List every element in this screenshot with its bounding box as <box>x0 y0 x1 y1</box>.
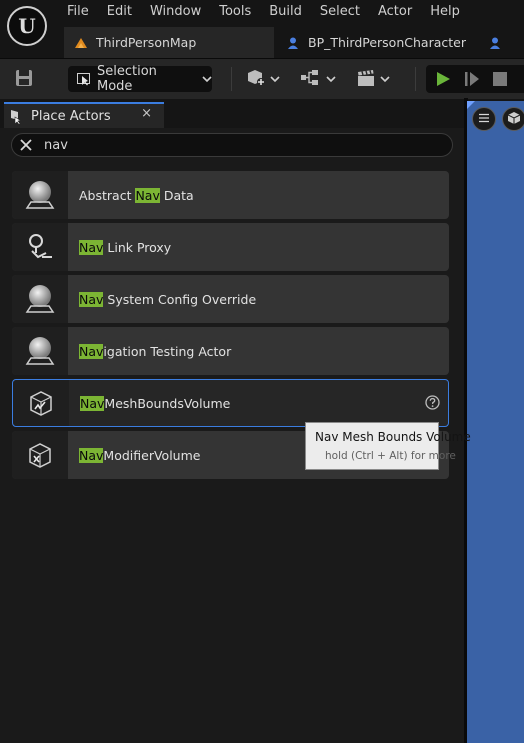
level-viewport[interactable] <box>467 101 524 743</box>
search-input[interactable] <box>44 136 444 154</box>
search-highlight: Nav <box>135 187 160 203</box>
volume-icon <box>13 380 69 426</box>
actor-item-navigation-testing-actor[interactable]: Navigation Testing Actor <box>12 327 449 375</box>
close-icon[interactable]: × <box>141 106 152 121</box>
add-cube-icon <box>246 68 266 91</box>
menu-select[interactable]: Select <box>311 3 369 21</box>
play-controls <box>426 65 524 93</box>
save-icon[interactable] <box>15 69 33 87</box>
level-icon <box>74 36 88 50</box>
clapperboard-icon <box>356 68 376 91</box>
panel-title: Place Actors <box>31 108 111 124</box>
clear-search-icon[interactable] <box>18 137 34 153</box>
blueprint-icon <box>488 36 502 50</box>
tab-third-person-map[interactable]: ThirdPersonMap <box>64 27 274 58</box>
sphere-icon <box>12 275 68 323</box>
menu-tools[interactable]: Tools <box>210 3 260 21</box>
blueprints-button[interactable] <box>300 67 336 91</box>
actor-label: Nav Link Proxy <box>79 239 172 255</box>
actor-label: Nav System Config Override <box>79 291 257 307</box>
main-toolbar: Selection Mode <box>0 58 524 99</box>
actor-label: Abstract Nav Data <box>79 187 194 203</box>
actor-label: Navigation Testing Actor <box>79 343 232 359</box>
toolbar-divider <box>231 67 232 91</box>
actor-label: NavModifierVolume <box>79 447 201 463</box>
label-suffix: igation Testing Actor <box>103 343 232 359</box>
toolbar-divider <box>415 67 416 91</box>
chevron-down-icon <box>270 72 280 86</box>
add-actor-button[interactable] <box>246 67 280 91</box>
logo-letter: U <box>18 14 36 38</box>
viewport-options-button[interactable] <box>472 107 496 131</box>
menu-actor[interactable]: Actor <box>369 3 421 21</box>
search-highlight: Nav <box>80 395 105 411</box>
search-box <box>11 133 453 157</box>
title-bar: U File Edit Window Tools Build Select Ac… <box>0 0 524 58</box>
viewport-perspective-button[interactable] <box>502 107 524 131</box>
cinematics-button[interactable] <box>356 67 390 91</box>
selection-mode-label: Selection Mode <box>97 64 157 94</box>
nav-link-icon <box>12 223 68 271</box>
tooltip: Nav Mesh Bounds Volume hold (Ctrl + Alt)… <box>305 422 471 470</box>
label-suffix: Link Proxy <box>103 239 172 255</box>
volume-icon <box>12 431 68 479</box>
tooltip-hint: hold (Ctrl + Alt) for more <box>325 450 456 462</box>
actor-item-nav-system-config-override[interactable]: Nav System Config Override <box>12 275 449 323</box>
tooltip-title: Nav Mesh Bounds Volume <box>315 430 471 444</box>
label-suffix: ModifierVolume <box>103 447 201 463</box>
chevron-down-icon <box>202 72 212 87</box>
panel-tab-bar: Place Actors × <box>0 100 464 128</box>
unreal-logo[interactable]: U <box>7 6 47 46</box>
tab-place-actors[interactable]: Place Actors × <box>4 102 164 128</box>
blueprint-icon <box>286 36 300 50</box>
label-suffix: Data <box>159 187 194 203</box>
chevron-down-icon <box>326 72 336 86</box>
hamburger-icon <box>478 112 490 126</box>
place-actors-icon <box>9 108 25 125</box>
search-highlight: Nav <box>79 239 104 255</box>
chevron-down-icon <box>380 72 390 86</box>
tab-label: ThirdPersonMap <box>96 35 197 50</box>
blueprint-graph-icon <box>300 68 322 91</box>
menu-window[interactable]: Window <box>141 3 210 21</box>
tab-bp-third-person-character[interactable]: BP_ThirdPersonCharacter <box>276 27 476 58</box>
viewport-focus-corner <box>467 101 475 109</box>
menu-file[interactable]: File <box>58 3 98 21</box>
cube-icon <box>507 111 521 128</box>
actor-item-abstract-nav-data[interactable]: Abstract Nav Data <box>12 171 449 219</box>
menu-build[interactable]: Build <box>260 3 311 21</box>
label-prefix: Abstract <box>79 187 136 203</box>
label-suffix: System Config Override <box>103 291 257 307</box>
menu-help[interactable]: Help <box>421 3 469 21</box>
actor-item-nav-link-proxy[interactable]: Nav Link Proxy <box>12 223 449 271</box>
step-forward-icon[interactable] <box>464 71 480 90</box>
actor-label: NavMeshBoundsVolume <box>80 395 231 411</box>
actor-item-nav-mesh-bounds-volume[interactable]: NavMeshBoundsVolume <box>12 379 449 427</box>
tab-label: BP_ThirdPersonCharacter <box>308 35 466 50</box>
sphere-icon <box>12 171 68 219</box>
search-highlight: Nav <box>79 343 104 359</box>
play-icon[interactable] <box>435 71 451 90</box>
tab-overflow[interactable] <box>478 27 524 58</box>
selection-mode-dropdown[interactable]: Selection Mode <box>68 64 212 94</box>
cursor-icon <box>77 72 91 86</box>
sphere-icon <box>12 327 68 375</box>
label-suffix: MeshBoundsVolume <box>104 395 231 411</box>
menu-edit[interactable]: Edit <box>98 3 141 21</box>
search-highlight: Nav <box>79 447 104 463</box>
stop-icon[interactable] <box>493 72 507 89</box>
help-icon[interactable] <box>425 395 440 410</box>
search-highlight: Nav <box>79 291 104 307</box>
menu-bar: File Edit Window Tools Build Select Acto… <box>58 3 469 21</box>
